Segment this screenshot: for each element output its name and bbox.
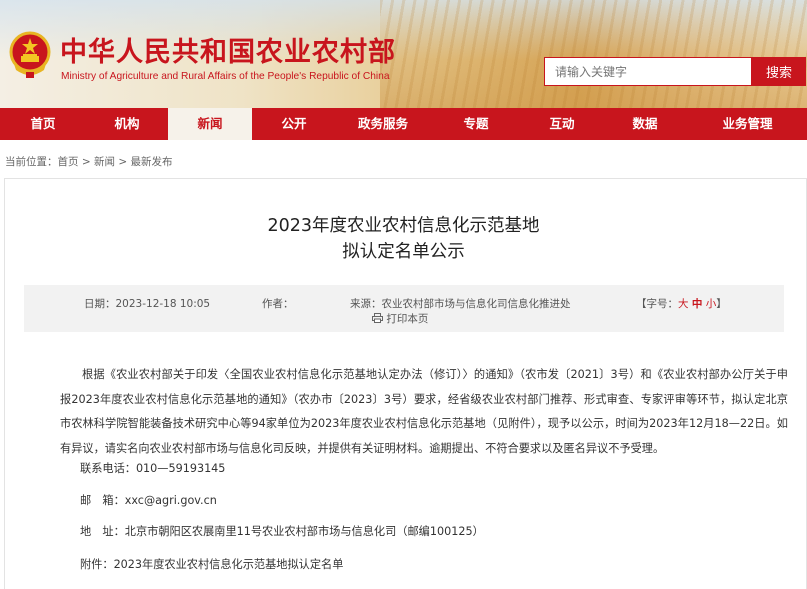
printer-icon (372, 313, 383, 323)
contact-phone: 联系电话：010—59193145 (80, 462, 226, 475)
article-date: 日期：2023-12-18 10:05 (84, 298, 211, 310)
site-subtitle: Ministry of Agriculture and Rural Affair… (61, 71, 390, 82)
breadcrumb-latest[interactable]: 最新发布 (130, 156, 172, 168)
contact-address: 地 址：北京市朝阳区农展南里11号农业农村部市场与信息化司（邮编100125） (80, 525, 484, 538)
breadcrumb-home[interactable]: 首页 (58, 156, 79, 168)
nav-item-data[interactable]: 数据 (602, 108, 688, 140)
nav-item-news[interactable]: 新闻 (168, 108, 252, 140)
article-title-line2: 拟认定名单公示 (342, 242, 465, 262)
breadcrumb: 当前位置：首页 > 新闻 > 最新发布 (5, 154, 172, 169)
font-size-end: 】 (716, 298, 727, 310)
article-author: 作者： (262, 298, 294, 310)
font-size-small-link[interactable]: 小 (706, 298, 717, 310)
article-source: 来源：农业农村部市场与信息化司信息化推进处 (350, 298, 571, 310)
print-page-link[interactable]: 打印本页 (372, 311, 428, 326)
breadcrumb-prefix: 当前位置： (5, 156, 58, 168)
header-banner: 中华人民共和国农业农村部 Ministry of Agriculture and… (0, 0, 807, 108)
national-emblem-icon (9, 31, 51, 78)
font-size-label: 【字号： (636, 298, 678, 310)
nav-item-business-management[interactable]: 业务管理 (688, 108, 807, 140)
nav-item-government-services[interactable]: 政务服务 (336, 108, 430, 140)
breadcrumb-news[interactable]: 新闻 (94, 156, 115, 168)
print-page-label: 打印本页 (386, 313, 429, 325)
article-body: 根据《农业农村部关于印发〈全国农业农村信息化示范基地认定办法（修订）〉的通知》（… (60, 368, 788, 455)
search-button[interactable]: 搜索 (752, 57, 806, 86)
contact-email: 邮 箱：xxc@agri.gov.cn (80, 494, 217, 507)
font-size-medium-link[interactable]: 中 (692, 298, 703, 310)
nav-item-public[interactable]: 公开 (252, 108, 336, 140)
search-input[interactable] (544, 57, 752, 86)
site-title[interactable]: 中华人民共和国农业农村部 (60, 30, 396, 69)
nav-item-interaction[interactable]: 互动 (522, 108, 602, 140)
attachment-link[interactable]: 附件：2023年度农业农村信息化示范基地拟认定名单 (80, 556, 343, 572)
font-size-large-link[interactable]: 大 (678, 298, 689, 310)
nav-item-institutions[interactable]: 机构 (86, 108, 168, 140)
nav-item-home[interactable]: 首页 (0, 108, 86, 140)
font-size-selector: 【字号：大 中 小】 (636, 296, 727, 311)
breadcrumb-separator: > (114, 156, 131, 168)
breadcrumb-separator: > (78, 156, 94, 168)
main-nav: 首页 机构 新闻 公开 政务服务 专题 互动 数据 业务管理 (0, 108, 807, 140)
wheat-field-background (380, 0, 807, 108)
article-title-line1: 2023年度农业农村信息化示范基地 (267, 216, 540, 236)
nav-item-topics[interactable]: 专题 (430, 108, 522, 140)
